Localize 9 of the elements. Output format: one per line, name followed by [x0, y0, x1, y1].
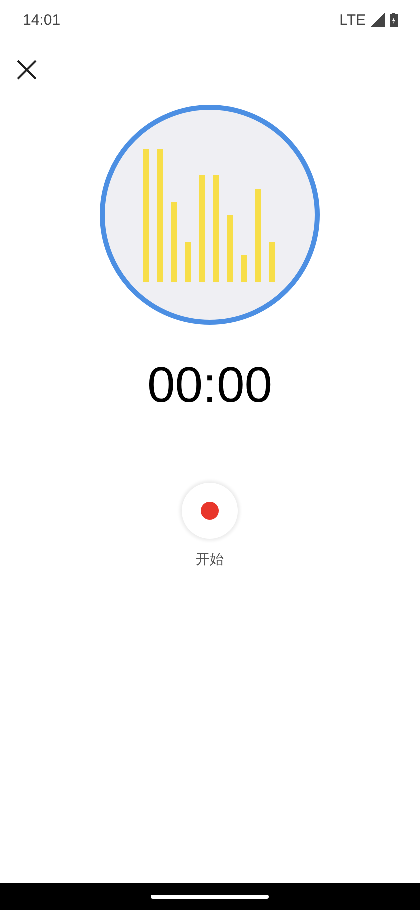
home-handle[interactable] — [151, 894, 269, 898]
record-label: 开始 — [195, 551, 225, 569]
signal-icon — [371, 13, 385, 27]
record-button[interactable] — [182, 483, 238, 539]
record-icon — [201, 502, 219, 520]
status-time: 14:01 — [23, 12, 61, 28]
network-type: LTE — [340, 12, 366, 28]
timer: 00:00 — [146, 356, 274, 415]
battery-icon — [390, 13, 398, 27]
